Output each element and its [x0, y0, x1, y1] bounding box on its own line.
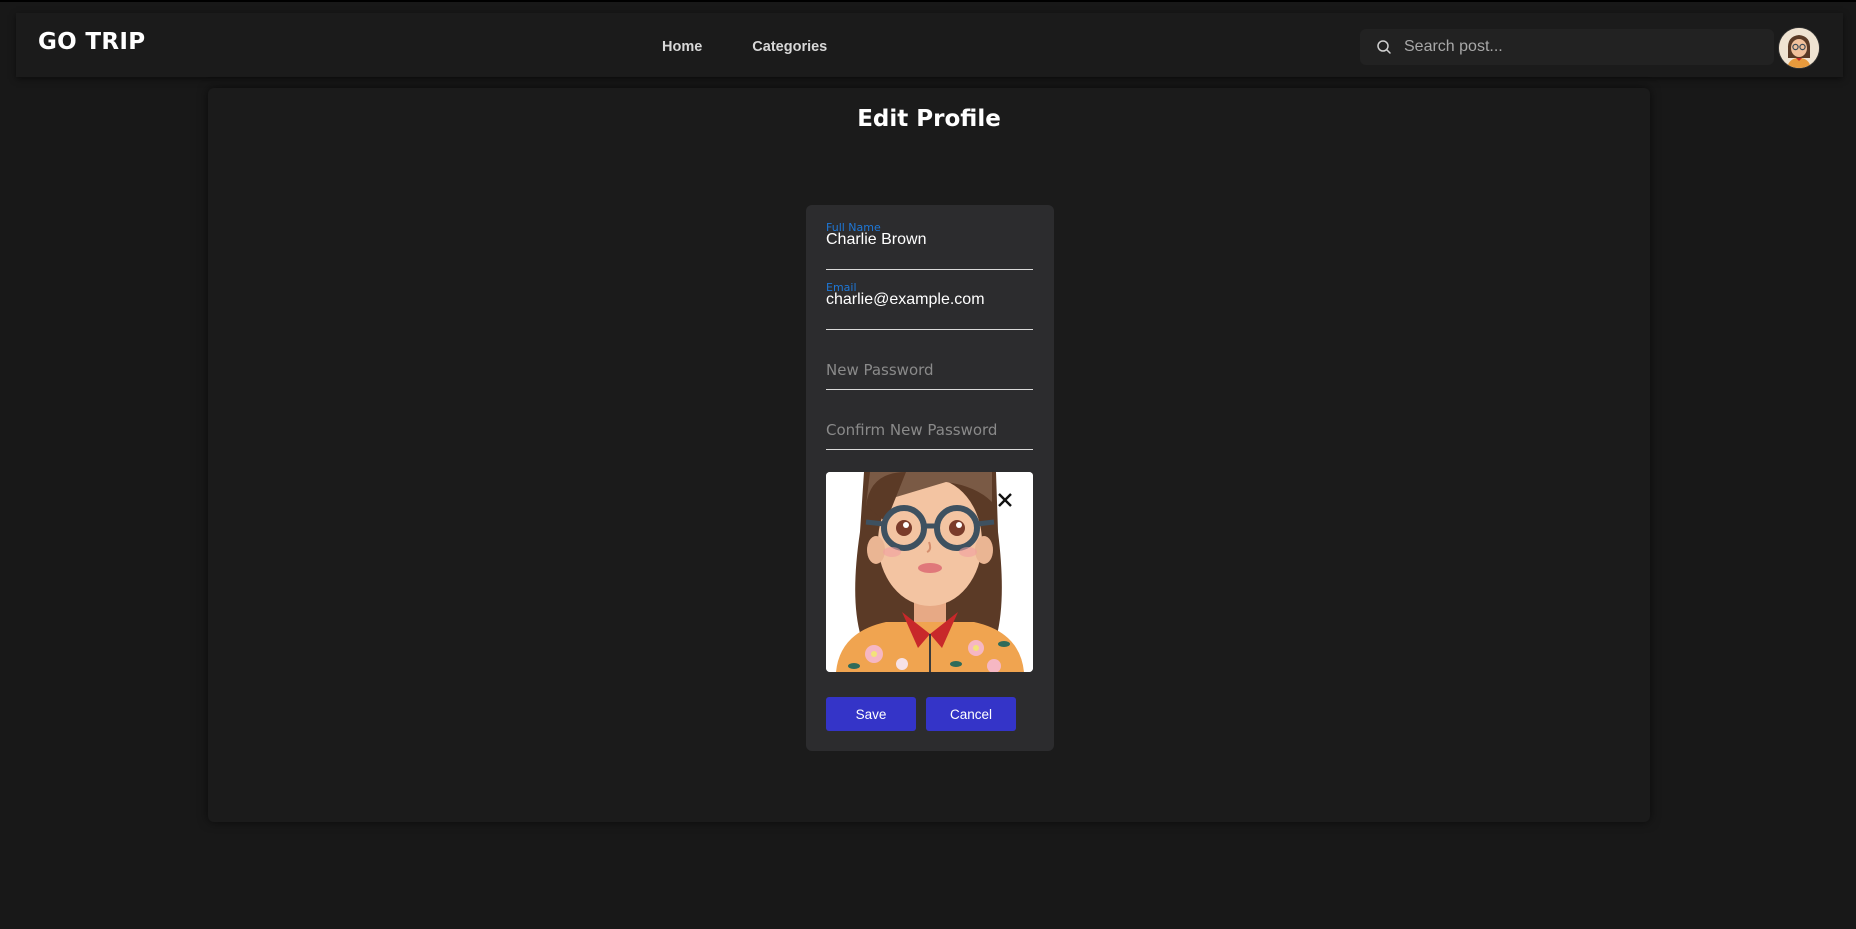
edit-profile-panel: Edit Profile Full Name Charlie Brown Ema…: [208, 88, 1650, 822]
nav-links: Home Categories: [662, 39, 827, 55]
confirm-password-field[interactable]: [826, 401, 1033, 450]
search-bar: [1360, 29, 1774, 65]
profile-image-preview: [826, 472, 1033, 672]
search-icon: [1374, 37, 1394, 57]
close-icon[interactable]: [995, 490, 1015, 510]
user-avatar[interactable]: [1779, 28, 1819, 68]
edit-profile-form: Full Name Charlie Brown Email charlie@ex…: [806, 205, 1054, 751]
nav-item-categories[interactable]: Categories: [752, 39, 827, 55]
full-name-field[interactable]: Full Name Charlie Brown: [826, 221, 1033, 270]
navbar: GO TRIP Home Categories: [16, 13, 1843, 77]
top-border: [0, 0, 1856, 2]
email-value[interactable]: charlie@example.com: [826, 291, 985, 309]
new-password-input[interactable]: [826, 361, 1033, 379]
logo[interactable]: GO TRIP: [38, 29, 145, 55]
email-field[interactable]: Email charlie@example.com: [826, 281, 1033, 330]
page-title: Edit Profile: [857, 106, 1001, 132]
nav-item-home[interactable]: Home: [662, 39, 702, 55]
confirm-password-input[interactable]: [826, 421, 1033, 439]
cancel-button[interactable]: Cancel: [926, 697, 1016, 731]
search-input[interactable]: [1402, 37, 1774, 57]
full-name-value[interactable]: Charlie Brown: [826, 231, 926, 249]
save-button[interactable]: Save: [826, 697, 916, 731]
new-password-field[interactable]: [826, 341, 1033, 390]
